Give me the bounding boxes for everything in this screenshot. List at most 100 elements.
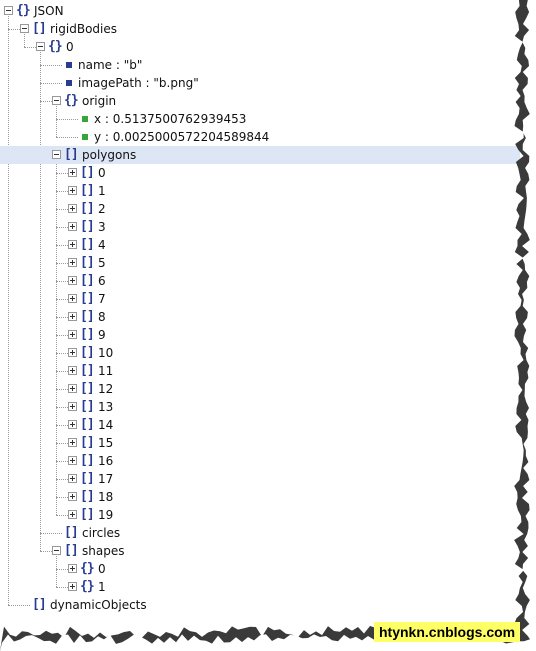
node-dynamicobjects[interactable]: [] dynamicObjects xyxy=(0,596,250,614)
node-label: 7 xyxy=(98,292,106,306)
node-polygon-item[interactable]: [] 8 xyxy=(0,308,298,326)
node-polygon-item[interactable]: [] 17 xyxy=(0,470,298,488)
node-label: 9 xyxy=(98,328,106,342)
node-polygon-item[interactable]: [] 5 xyxy=(0,254,298,272)
node-label: name : "b" xyxy=(78,58,143,72)
node-polygon-item[interactable]: [] 11 xyxy=(0,362,298,380)
expand-icon[interactable] xyxy=(68,402,77,411)
node-polygon-item[interactable]: [] 19 xyxy=(0,506,298,524)
node-label: circles xyxy=(82,526,121,540)
string-value-icon xyxy=(66,62,72,68)
node-polygon-item[interactable]: [] 13 xyxy=(0,398,298,416)
expand-icon[interactable] xyxy=(68,168,77,177)
node-origin[interactable]: {} origin xyxy=(0,92,282,110)
node-label: 8 xyxy=(98,310,106,324)
node-shape-item[interactable]: {} 1 xyxy=(0,578,298,596)
expand-icon[interactable] xyxy=(68,582,77,591)
collapse-icon[interactable] xyxy=(36,42,45,51)
node-polygon-item[interactable]: [] 3 xyxy=(0,218,298,236)
leaf-origin-x[interactable]: x : 0.5137500762939453 xyxy=(0,110,298,128)
watermark: htynkn.cnblogs.com xyxy=(374,622,521,642)
string-value-icon xyxy=(66,80,72,86)
node-polygon-item[interactable]: [] 7 xyxy=(0,290,298,308)
expand-icon[interactable] xyxy=(68,564,77,573)
node-label: 4 xyxy=(98,238,106,252)
leaf-name[interactable]: name : "b" xyxy=(0,56,282,74)
expand-icon[interactable] xyxy=(68,510,77,519)
node-polygon-item[interactable]: [] 6 xyxy=(0,272,298,290)
node-label: 16 xyxy=(98,454,114,468)
node-label: 1 xyxy=(98,580,106,594)
array-icon: [] xyxy=(80,237,95,252)
node-rigidbody-0[interactable]: {} 0 xyxy=(0,38,266,56)
node-circles[interactable]: [] circles xyxy=(0,524,282,542)
node-polygon-item[interactable]: [] 12 xyxy=(0,380,298,398)
node-polygon-item[interactable]: [] 9 xyxy=(0,326,298,344)
array-icon: [] xyxy=(80,309,95,324)
node-label: shapes xyxy=(82,544,125,558)
expand-icon[interactable] xyxy=(68,258,77,267)
node-label: 1 xyxy=(98,184,106,198)
node-polygons[interactable]: [] polygons xyxy=(0,146,520,164)
node-label: 11 xyxy=(98,364,114,378)
array-icon: [] xyxy=(80,417,95,432)
expand-icon[interactable] xyxy=(68,330,77,339)
node-label: x : 0.5137500762939453 xyxy=(94,112,247,126)
expand-icon[interactable] xyxy=(68,456,77,465)
node-polygon-item[interactable]: [] 0 xyxy=(0,164,298,182)
expand-icon[interactable] xyxy=(68,492,77,501)
array-icon: [] xyxy=(32,597,47,612)
expand-icon[interactable] xyxy=(68,366,77,375)
expand-icon[interactable] xyxy=(68,420,77,429)
expand-icon[interactable] xyxy=(68,312,77,321)
node-rigidbodies[interactable]: [] rigidBodies xyxy=(0,20,250,38)
node-polygon-item[interactable]: [] 2 xyxy=(0,200,298,218)
expand-icon[interactable] xyxy=(68,204,77,213)
collapse-icon[interactable] xyxy=(4,6,13,15)
object-icon: {} xyxy=(48,39,63,54)
collapse-icon[interactable] xyxy=(20,24,29,33)
array-icon: [] xyxy=(80,183,95,198)
node-polygon-item[interactable]: [] 18 xyxy=(0,488,298,506)
leaf-imagepath[interactable]: imagePath : "b.png" xyxy=(0,74,282,92)
node-label: 10 xyxy=(98,346,114,360)
array-icon: [] xyxy=(80,165,95,180)
expand-icon[interactable] xyxy=(68,240,77,249)
node-json-root[interactable]: {} JSON xyxy=(0,2,234,20)
node-polygon-item[interactable]: [] 16 xyxy=(0,452,298,470)
node-label: 12 xyxy=(98,382,114,396)
expand-icon[interactable] xyxy=(68,276,77,285)
collapse-icon[interactable] xyxy=(52,150,61,159)
collapse-icon[interactable] xyxy=(52,546,61,555)
node-polygon-item[interactable]: [] 1 xyxy=(0,182,298,200)
array-icon: [] xyxy=(80,381,95,396)
array-icon: [] xyxy=(64,525,79,540)
array-icon: [] xyxy=(80,201,95,216)
node-polygon-item[interactable]: [] 4 xyxy=(0,236,298,254)
expand-icon[interactable] xyxy=(68,222,77,231)
node-polygon-item[interactable]: [] 15 xyxy=(0,434,298,452)
node-polygon-item[interactable]: [] 14 xyxy=(0,416,298,434)
node-shapes[interactable]: [] shapes xyxy=(0,542,282,560)
array-icon: [] xyxy=(80,291,95,306)
node-label: 6 xyxy=(98,274,106,288)
leaf-origin-y[interactable]: y : 0.0025000572204589844 xyxy=(0,128,298,146)
collapse-icon[interactable] xyxy=(52,96,61,105)
node-label: 5 xyxy=(98,256,106,270)
node-shape-item[interactable]: {} 0 xyxy=(0,560,298,578)
node-polygon-item[interactable]: [] 10 xyxy=(0,344,298,362)
array-icon: [] xyxy=(80,345,95,360)
array-icon: [] xyxy=(80,471,95,486)
node-label: 2 xyxy=(98,202,106,216)
node-label: polygons xyxy=(82,148,137,162)
expand-icon[interactable] xyxy=(68,186,77,195)
expand-icon[interactable] xyxy=(68,348,77,357)
json-tree: {} JSON[] rigidBodies{} 0 name : "b" imagePat… xyxy=(0,0,520,620)
expand-icon[interactable] xyxy=(68,384,77,393)
expand-icon[interactable] xyxy=(68,294,77,303)
node-label: 0 xyxy=(98,166,106,180)
expand-icon[interactable] xyxy=(68,474,77,483)
node-label: 3 xyxy=(98,220,106,234)
node-label: origin xyxy=(82,94,117,108)
expand-icon[interactable] xyxy=(68,438,77,447)
